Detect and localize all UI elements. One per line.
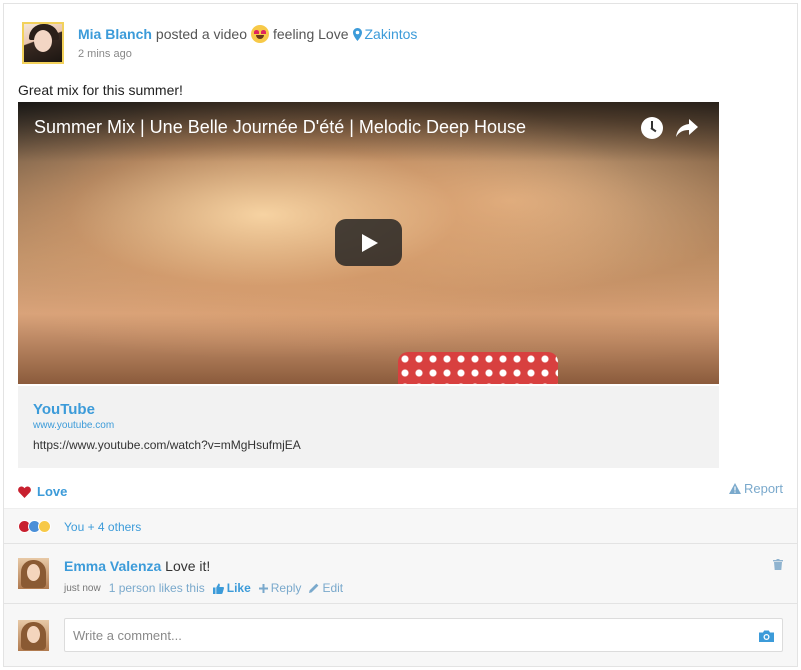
video-title[interactable]: Summer Mix | Une Belle Journée D'été | M…	[34, 117, 526, 138]
warning-icon	[728, 483, 741, 494]
clock-icon[interactable]	[641, 117, 663, 139]
heart-eyes-emoji-icon	[250, 25, 269, 43]
commenter-name[interactable]: Emma Valenza	[64, 558, 161, 574]
plus-icon	[258, 583, 268, 593]
comment-composer	[4, 604, 797, 666]
comment-input[interactable]	[64, 618, 783, 652]
comment-meta: just now 1 person likes this Like Reply …	[64, 581, 343, 595]
comment-like-label: Like	[226, 581, 251, 595]
link-preview-domain[interactable]: www.youtube.com	[33, 420, 114, 431]
play-icon[interactable]	[335, 219, 402, 266]
location-label: Zakintos	[364, 26, 418, 42]
comment-edit-button[interactable]: Edit	[309, 581, 343, 595]
post-timestamp: 2 mins ago	[78, 48, 132, 60]
comment-item: Emma Valenza Love it! just now 1 person …	[4, 544, 797, 604]
comment-text: Love it!	[165, 558, 211, 574]
current-user-avatar	[18, 620, 49, 651]
pencil-icon	[309, 583, 319, 593]
reactions-bar: You + 4 others	[4, 508, 797, 544]
commenter-avatar[interactable]	[18, 558, 49, 589]
post-card: Mia Blanch posted a video feeling Love Z…	[3, 3, 798, 667]
comment-reply-button[interactable]: Reply	[258, 581, 302, 595]
heart-icon	[18, 485, 31, 498]
post-meta: Mia Blanch posted a video feeling Love Z…	[78, 25, 417, 60]
feeling-text: feeling Love	[272, 26, 349, 42]
author-name[interactable]: Mia Blanch	[78, 26, 152, 42]
reaction-icons	[18, 520, 51, 533]
comment-likes-count[interactable]: 1 person likes this	[109, 581, 205, 595]
map-marker-icon	[352, 27, 362, 41]
comment-like-button[interactable]: Like	[212, 581, 251, 595]
thumbs-up-icon	[212, 583, 224, 594]
location-link[interactable]: Zakintos	[352, 26, 418, 42]
link-preview[interactable]: YouTube www.youtube.com https://www.yout…	[18, 386, 719, 468]
author-avatar[interactable]	[22, 22, 64, 64]
link-preview-title[interactable]: YouTube	[33, 401, 95, 418]
comment-edit-label: Edit	[322, 581, 344, 595]
post-action-text: posted a video	[155, 26, 247, 42]
report-link[interactable]: Report	[728, 481, 783, 496]
love-button[interactable]: Love	[18, 484, 67, 499]
camera-icon[interactable]	[759, 630, 774, 642]
link-preview-url: https://www.youtube.com/watch?v=mMgHsufm…	[33, 438, 301, 452]
video-thumbnail-detail	[398, 352, 558, 384]
report-label: Report	[743, 481, 783, 496]
comment-time: just now	[64, 582, 101, 594]
trash-icon[interactable]	[773, 559, 783, 570]
reactions-summary[interactable]: You + 4 others	[64, 520, 141, 534]
love-label: Love	[37, 484, 68, 499]
post-body-text: Great mix for this summer!	[18, 82, 183, 98]
comment-reply-label: Reply	[270, 581, 302, 595]
share-icon[interactable]	[675, 117, 699, 139]
video-player[interactable]: Summer Mix | Une Belle Journée D'été | M…	[18, 102, 719, 384]
wow-icon	[38, 520, 51, 533]
